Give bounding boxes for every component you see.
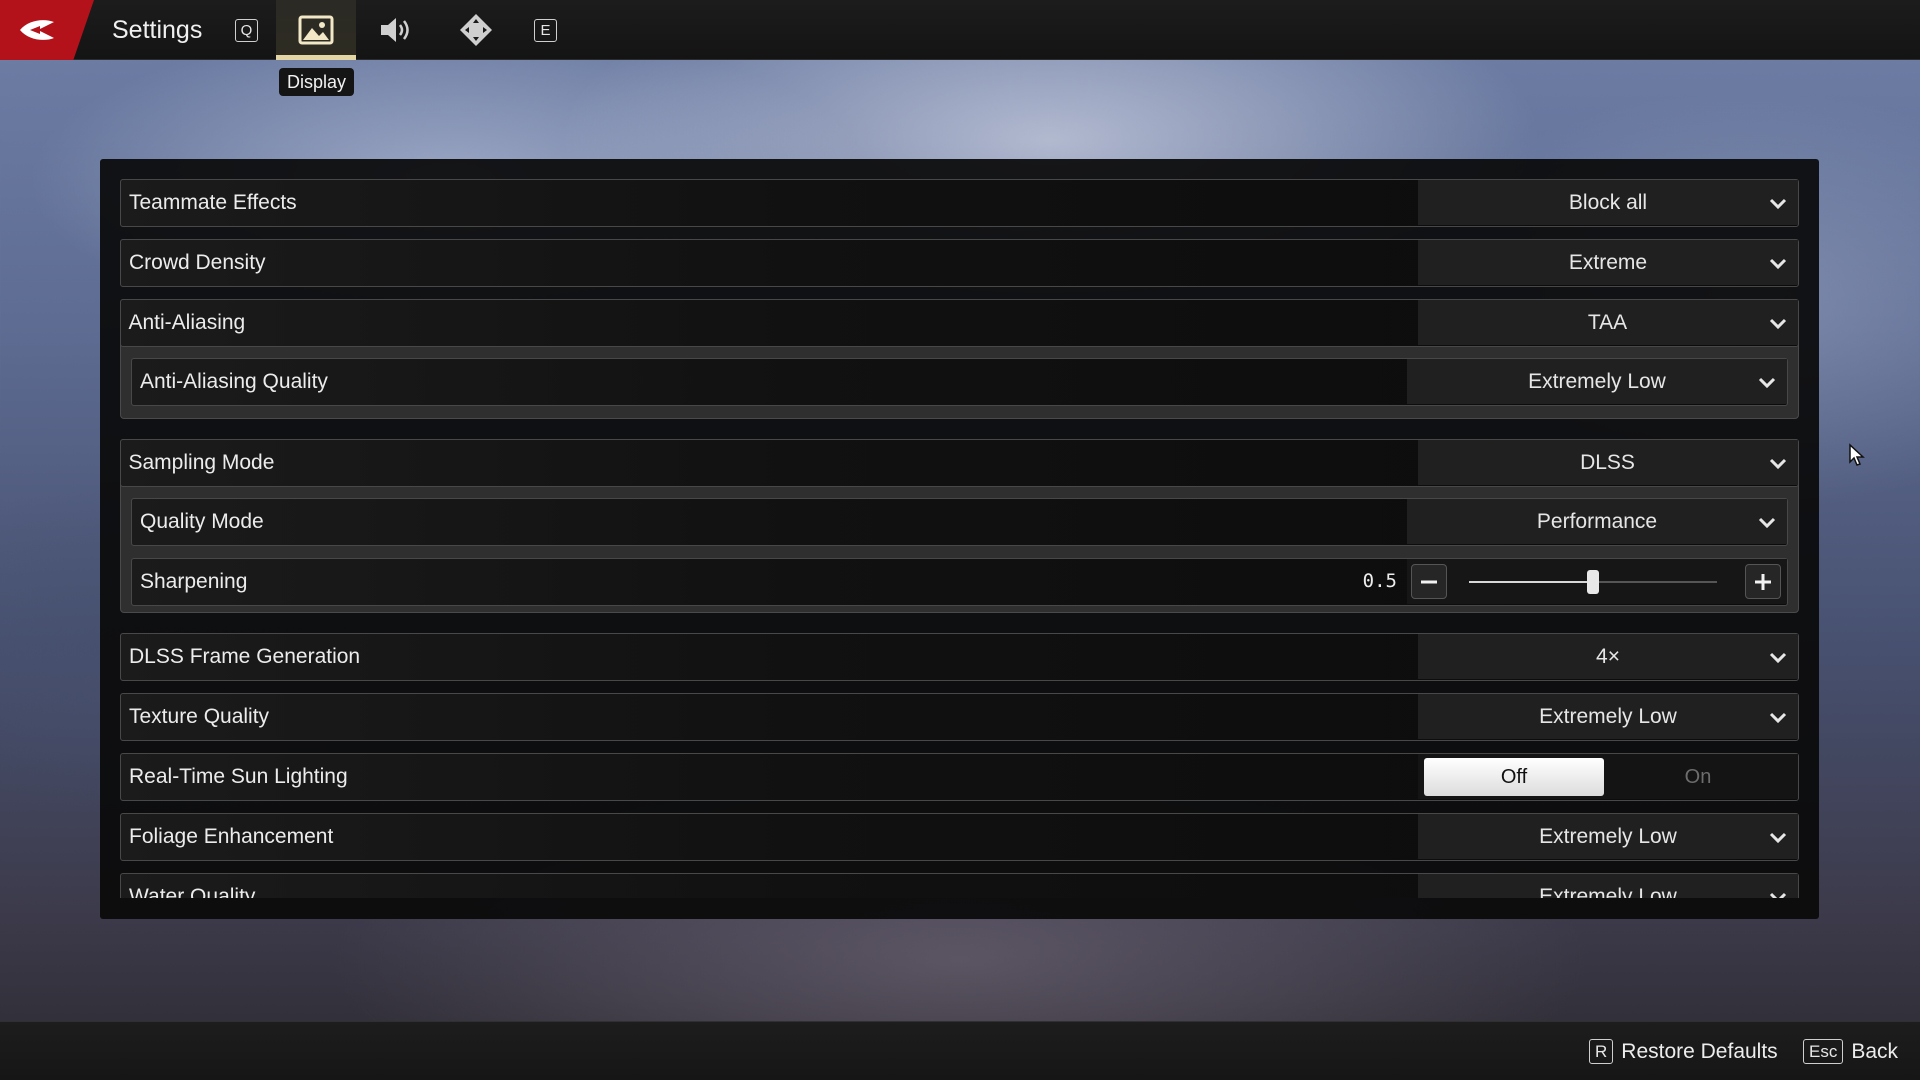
back-key: Esc — [1803, 1039, 1844, 1064]
toggle-option-on[interactable]: On — [1608, 758, 1788, 796]
setting-label: Sharpening — [140, 570, 248, 593]
bottom-bar: R Restore Defaults Esc Back — [0, 1021, 1920, 1080]
chevron-down-icon — [1769, 832, 1787, 844]
sun-lighting-toggle[interactable]: Off On — [1418, 754, 1798, 799]
dropdown-value: Extremely Low — [1528, 370, 1666, 393]
sampling-mode-dropdown[interactable]: DLSS — [1417, 439, 1798, 485]
tab-tooltip: Display — [279, 68, 355, 96]
sharpening-value: 0.5 — [1362, 570, 1397, 592]
setting-row-crowd-density[interactable]: Crowd Density Extreme — [120, 239, 1799, 287]
back-label: Back — [1851, 1039, 1899, 1063]
restore-defaults-label: Restore Defaults — [1621, 1039, 1778, 1063]
sampling-mode-group: Sampling Mode DLSS Quality Mode Performa… — [119, 438, 1799, 613]
dropdown-value: Block all — [1568, 191, 1648, 214]
setting-row-anti-aliasing-quality[interactable]: Anti-Aliasing Quality Extremely Low — [131, 358, 1788, 406]
dropdown-value: TAA — [1587, 310, 1628, 334]
setting-label: DLSS Frame Generation — [129, 645, 361, 668]
dropdown-value: Extremely Low — [1539, 825, 1677, 848]
restore-key: R — [1589, 1039, 1614, 1064]
chevron-down-icon — [1769, 892, 1787, 898]
setting-row-texture-quality[interactable]: Texture Quality Extremely Low — [120, 693, 1799, 741]
chevron-down-icon — [1769, 198, 1787, 210]
image-icon — [298, 15, 334, 45]
chevron-down-icon — [1769, 258, 1787, 270]
setting-label: Texture Quality — [129, 705, 270, 728]
dropdown-value: Performance — [1536, 510, 1658, 533]
anti-aliasing-group: Anti-Aliasing TAA Anti-Aliasing Quality … — [119, 298, 1799, 419]
anti-aliasing-quality-dropdown[interactable]: Extremely Low — [1407, 359, 1787, 404]
setting-row-quality-mode[interactable]: Quality Mode Performance — [131, 498, 1788, 546]
settings-list[interactable]: Teammate Effects Block all Crowd Density… — [100, 159, 1819, 898]
teammate-effects-dropdown[interactable]: Block all — [1418, 180, 1798, 225]
decrease-button[interactable] — [1411, 564, 1447, 599]
setting-row-water-quality[interactable]: Water Quality Extremely Low — [120, 873, 1799, 898]
anti-aliasing-dropdown[interactable]: TAA — [1417, 299, 1798, 345]
dropdown-value: Extremely Low — [1539, 885, 1677, 898]
restore-defaults-button[interactable]: R Restore Defaults — [1589, 1022, 1778, 1080]
toggle-option-off[interactable]: Off — [1424, 758, 1604, 796]
sharpening-slider[interactable] — [1407, 559, 1787, 604]
speaker-icon — [381, 18, 409, 42]
setting-row-dlss-frame-generation[interactable]: DLSS Frame Generation 4× — [120, 633, 1799, 681]
slider-track[interactable] — [1469, 570, 1717, 594]
prev-tab-key[interactable]: Q — [235, 19, 258, 42]
dropdown-value: Extremely Low — [1539, 705, 1677, 728]
setting-label: Water Quality — [129, 885, 256, 898]
slider-thumb[interactable] — [1587, 570, 1599, 594]
setting-row-sampling-mode[interactable]: Sampling Mode DLSS — [119, 438, 1799, 487]
dlss-frame-generation-dropdown[interactable]: 4× — [1418, 634, 1798, 679]
dropdown-value: Extreme — [1568, 251, 1648, 274]
page-title: Settings — [112, 16, 203, 44]
setting-row-teammate-effects[interactable]: Teammate Effects Block all — [120, 179, 1799, 227]
chevron-down-icon — [1758, 517, 1776, 529]
chevron-down-icon — [1769, 318, 1786, 329]
tab-display[interactable] — [276, 0, 356, 60]
chevron-down-icon — [1769, 712, 1787, 724]
next-tab-key[interactable]: E — [534, 19, 557, 42]
setting-label: Quality Mode — [140, 510, 264, 533]
dropdown-value: 4× — [1596, 645, 1620, 668]
slider-fill — [1469, 581, 1593, 583]
plus-icon — [1755, 573, 1771, 590]
dropdown-value: DLSS — [1580, 450, 1635, 474]
chevron-down-icon — [1758, 377, 1776, 389]
logo-icon — [20, 20, 54, 40]
quality-mode-dropdown[interactable]: Performance — [1407, 499, 1787, 544]
setting-row-foliage-enhancement[interactable]: Foliage Enhancement Extremely Low — [120, 813, 1799, 861]
setting-label: Anti-Aliasing Quality — [140, 370, 328, 393]
water-quality-dropdown[interactable]: Extremely Low — [1418, 874, 1798, 898]
setting-label: Sampling Mode — [128, 450, 275, 474]
texture-quality-dropdown[interactable]: Extremely Low — [1418, 694, 1798, 739]
chevron-down-icon — [1769, 652, 1787, 664]
setting-label: Real-Time Sun Lighting — [129, 765, 348, 788]
setting-label: Teammate Effects — [129, 191, 297, 214]
tab-controls[interactable] — [436, 0, 516, 60]
chevron-down-icon — [1769, 458, 1786, 469]
game-logo — [0, 0, 94, 60]
top-bar: Settings Q E — [0, 0, 1920, 60]
mouse-cursor-icon — [1849, 443, 1865, 466]
setting-label: Anti-Aliasing — [128, 310, 246, 334]
setting-row-sharpening[interactable]: Sharpening 0.5 — [131, 558, 1788, 606]
setting-row-anti-aliasing[interactable]: Anti-Aliasing TAA — [119, 298, 1799, 347]
setting-label: Foliage Enhancement — [129, 825, 334, 848]
tab-audio[interactable] — [356, 0, 436, 60]
crowd-density-dropdown[interactable]: Extreme — [1418, 240, 1798, 285]
setting-label: Crowd Density — [129, 251, 266, 274]
dpad-icon — [460, 14, 492, 46]
increase-button[interactable] — [1745, 564, 1781, 599]
back-button[interactable]: Esc Back — [1803, 1022, 1898, 1080]
settings-panel: Teammate Effects Block all Crowd Density… — [100, 159, 1819, 919]
minus-icon — [1421, 580, 1437, 583]
foliage-enhancement-dropdown[interactable]: Extremely Low — [1418, 814, 1798, 859]
setting-row-real-time-sun-lighting[interactable]: Real-Time Sun Lighting Off On — [120, 753, 1799, 801]
